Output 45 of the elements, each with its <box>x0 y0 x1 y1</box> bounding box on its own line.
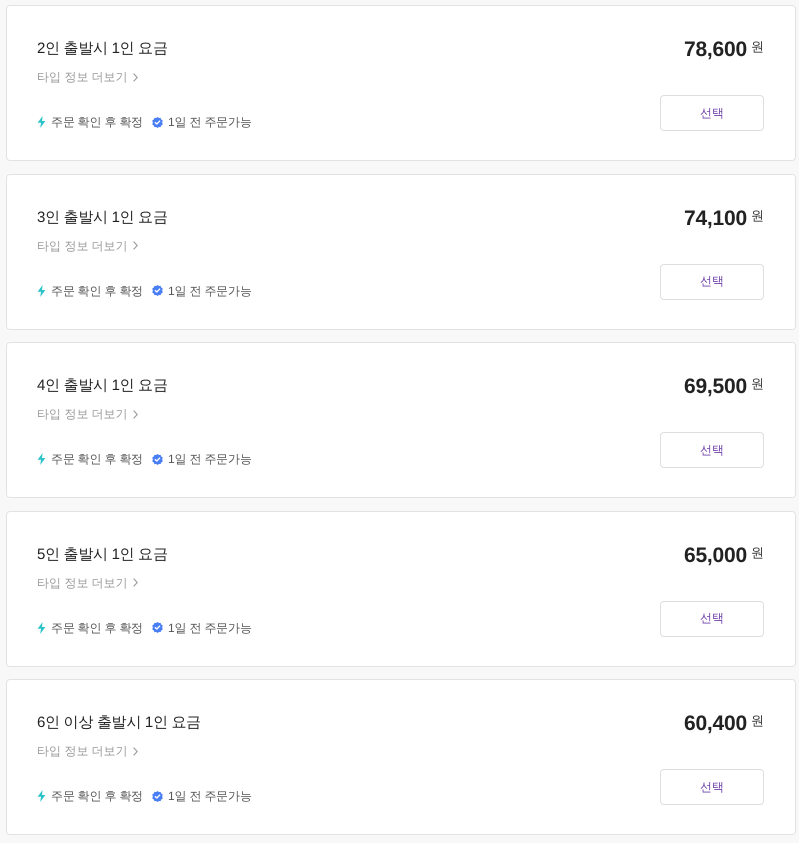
option-title: 5인 출발시 1인 요금 <box>37 544 169 564</box>
option-title: 3인 출발시 1인 요금 <box>37 208 169 228</box>
check-badge-icon <box>152 454 164 464</box>
price-amount: 78,600 <box>684 39 747 61</box>
chevron-right-icon <box>132 241 138 250</box>
option-title: 2인 출발시 1인 요금 <box>37 39 169 59</box>
price-amount: 74,100 <box>684 208 747 230</box>
tag-label: 주문 확인 후 확정 <box>51 282 144 300</box>
price-amount: 69,500 <box>684 376 747 398</box>
currency-unit: 원 <box>751 544 764 560</box>
currency-unit: 원 <box>751 376 764 392</box>
check-badge-icon <box>152 116 164 128</box>
select-button[interactable]: 선택 <box>660 769 764 805</box>
select-button[interactable]: 선택 <box>660 600 764 636</box>
select-button[interactable]: 선택 <box>660 95 764 131</box>
lightning-icon <box>37 622 46 634</box>
tag-label: 주문 확인 후 확정 <box>51 620 144 636</box>
lightning-icon <box>37 284 46 296</box>
option-title: 4인 출발시 1인 요금 <box>37 376 169 396</box>
lightning-icon <box>37 453 46 465</box>
lightning-icon <box>37 116 46 128</box>
select-button[interactable]: 선택 <box>660 264 764 300</box>
lightning-icon <box>37 790 46 802</box>
check-badge-icon <box>152 285 164 296</box>
tag-label: 주문 확인 후 확정 <box>51 114 144 131</box>
currency-unit: 원 <box>751 713 764 729</box>
option-title: 6인 이상 출발시 1인 요금 <box>37 713 202 733</box>
tag-label: 1일 전 주문가능 <box>168 282 252 300</box>
currency-unit: 원 <box>751 208 764 224</box>
tag-label: 주문 확인 후 확정 <box>51 451 144 468</box>
check-badge-icon <box>152 790 164 802</box>
chevron-right-icon <box>132 72 138 82</box>
tag-label: 주문 확인 후 확정 <box>51 788 144 805</box>
currency-unit: 원 <box>751 39 764 55</box>
price-amount: 60,400 <box>684 713 747 735</box>
price-amount: 65,000 <box>684 544 747 566</box>
chevron-right-icon <box>132 410 138 418</box>
chevron-right-icon <box>132 578 138 587</box>
tag-label: 1일 전 주문가능 <box>168 114 252 131</box>
tag-label: 1일 전 주문가능 <box>168 620 252 636</box>
tag-label: 1일 전 주문가능 <box>168 788 252 805</box>
select-button[interactable]: 선택 <box>660 432 764 468</box>
check-badge-icon <box>152 622 164 633</box>
tag-label: 1일 전 주문가능 <box>168 451 252 468</box>
chevron-right-icon <box>132 746 138 756</box>
